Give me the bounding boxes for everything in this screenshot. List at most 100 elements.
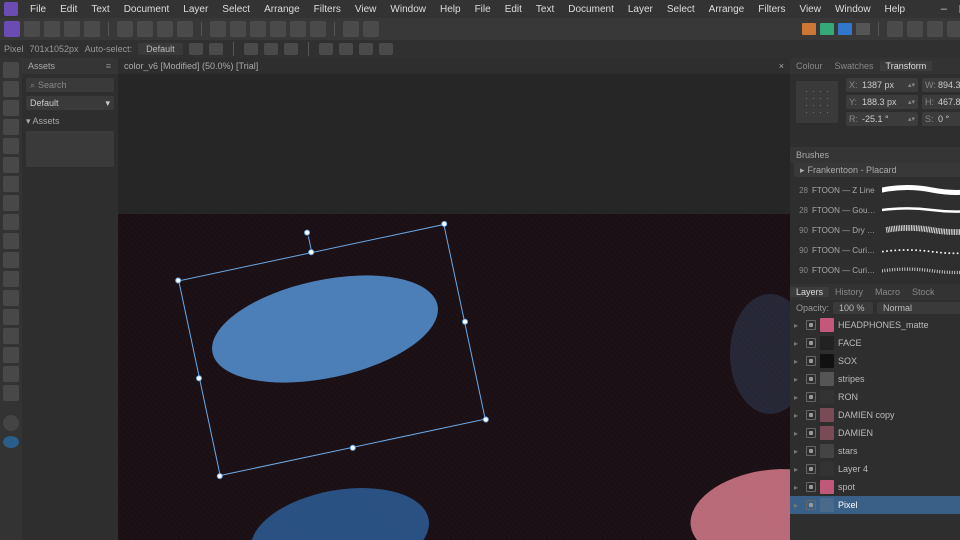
layer-row[interactable]: ▸spot✎◇: [790, 478, 960, 496]
brush-row[interactable]: 90FTOON — Curing + Bristle✎: [790, 240, 960, 260]
text-tool-icon[interactable]: [3, 347, 19, 363]
toolbar-save-icon[interactable]: [44, 21, 60, 37]
toolbar-undo-icon[interactable]: [64, 21, 80, 37]
menu-arrange[interactable]: Arrange: [703, 4, 751, 15]
visibility-toggle[interactable]: [806, 374, 816, 384]
shape-tool-icon[interactable]: [3, 309, 19, 325]
tab-history[interactable]: History: [829, 287, 869, 297]
expand-icon[interactable]: ▸: [794, 357, 802, 366]
foreground-color-icon[interactable]: [3, 436, 19, 448]
tab-transform[interactable]: Transform: [880, 61, 933, 71]
resize-handle[interactable]: [349, 444, 356, 451]
toolbar-btn[interactable]: [137, 21, 153, 37]
menu-help[interactable]: Help: [434, 4, 467, 15]
expand-icon[interactable]: ▸: [794, 501, 802, 510]
visibility-toggle[interactable]: [806, 428, 816, 438]
node-tool-icon[interactable]: [3, 81, 19, 97]
w-field[interactable]: W:894.3 px▴▾: [922, 78, 960, 92]
dodge-tool-icon[interactable]: [3, 252, 19, 268]
visibility-toggle[interactable]: [806, 320, 816, 330]
visibility-toggle[interactable]: [806, 392, 816, 402]
menu-help[interactable]: Help: [879, 4, 912, 15]
visibility-toggle[interactable]: [806, 338, 816, 348]
toolbar-btn[interactable]: [210, 21, 226, 37]
erase-tool-icon[interactable]: [3, 176, 19, 192]
color-picker-icon[interactable]: [3, 415, 19, 431]
menu-file[interactable]: File: [24, 4, 52, 15]
toolbar-btn[interactable]: [177, 21, 193, 37]
menu-edit[interactable]: Edit: [499, 4, 528, 15]
menu-window[interactable]: Window: [829, 4, 877, 15]
expand-icon[interactable]: ▸: [794, 447, 802, 456]
resize-handle[interactable]: [216, 473, 223, 480]
brush-row[interactable]: 90FTOON — Curing + Sponge✎: [790, 260, 960, 280]
expand-icon[interactable]: ▸: [794, 483, 802, 492]
brush-row[interactable]: 28FTOON — Gouache Liner✎: [790, 200, 960, 220]
menu-edit[interactable]: Edit: [54, 4, 83, 15]
resize-handle[interactable]: [308, 249, 315, 256]
layer-row[interactable]: ▸Pixel✎◇: [790, 496, 960, 514]
swatch-icon[interactable]: [838, 23, 852, 35]
brush-row[interactable]: 90FTOON — Dry and Chunky✎: [790, 220, 960, 240]
resize-handle[interactable]: [482, 416, 489, 423]
expand-icon[interactable]: ▸: [794, 321, 802, 330]
crop-tool-icon[interactable]: [3, 100, 19, 116]
autoselect-dropdown[interactable]: Default: [138, 43, 183, 55]
menu-document[interactable]: Document: [562, 4, 620, 15]
visibility-toggle[interactable]: [806, 464, 816, 474]
toolbar-btn[interactable]: [250, 21, 266, 37]
menu-arrange[interactable]: Arrange: [258, 4, 306, 15]
canvas[interactable]: [118, 74, 790, 540]
menu-filters[interactable]: Filters: [308, 4, 347, 15]
r-field[interactable]: R:-25.1 °▴▾: [846, 112, 918, 126]
menu-file[interactable]: File: [469, 4, 497, 15]
y-field[interactable]: Y:188.3 px▴▾: [846, 95, 918, 109]
menu-layer[interactable]: Layer: [622, 4, 659, 15]
asset-thumbnail[interactable]: [26, 131, 114, 167]
move-tool-icon[interactable]: [3, 62, 19, 78]
expand-icon[interactable]: ▸: [794, 393, 802, 402]
ctx-btn[interactable]: [379, 43, 393, 55]
resize-handle[interactable]: [175, 277, 182, 284]
hand-tool-icon[interactable]: [3, 366, 19, 382]
heal-tool-icon[interactable]: [3, 233, 19, 249]
menu-text[interactable]: Text: [530, 4, 560, 15]
layer-row[interactable]: ▸SOX: [790, 352, 960, 370]
s-field[interactable]: S:0 °▴▾: [922, 112, 960, 126]
resize-handle[interactable]: [441, 220, 448, 227]
brush-row[interactable]: 28FTOON — Z Line✎: [790, 180, 960, 200]
ctx-btn[interactable]: [189, 43, 203, 55]
toolbar-open-icon[interactable]: [24, 21, 40, 37]
swatch-icon[interactable]: [802, 23, 816, 35]
rotate-handle[interactable]: [303, 229, 310, 236]
expand-icon[interactable]: ▸: [794, 429, 802, 438]
toolbar-redo-icon[interactable]: [84, 21, 100, 37]
fill-tool-icon[interactable]: [3, 195, 19, 211]
layer-row[interactable]: ▸RON: [790, 388, 960, 406]
minimize-icon[interactable]: –: [941, 3, 947, 16]
menu-layer[interactable]: Layer: [177, 4, 214, 15]
menu-view[interactable]: View: [349, 4, 383, 15]
visibility-toggle[interactable]: [806, 410, 816, 420]
brush-set-dropdown[interactable]: ▸ Frankentoon - Placard: [794, 163, 960, 177]
ctx-btn[interactable]: [209, 43, 223, 55]
opacity-field[interactable]: 100 %: [833, 302, 873, 314]
layer-row[interactable]: ▸Layer 4✎◇: [790, 460, 960, 478]
selection-bounds[interactable]: [178, 224, 486, 476]
resize-handle[interactable]: [461, 318, 468, 325]
tab-macro[interactable]: Macro: [869, 287, 906, 297]
menu-document[interactable]: Document: [118, 4, 176, 15]
swatch-icon[interactable]: [820, 23, 834, 35]
visibility-toggle[interactable]: [806, 356, 816, 366]
tab-swatches[interactable]: Swatches: [829, 61, 880, 71]
flood-select-icon[interactable]: [3, 138, 19, 154]
layer-row[interactable]: ▸DAMIEN copy: [790, 406, 960, 424]
toolbar-btn[interactable]: [270, 21, 286, 37]
layer-row[interactable]: ▸HEADPHONES_matte: [790, 316, 960, 334]
toolbar-btn[interactable]: [907, 21, 923, 37]
assets-search[interactable]: ⌕ Search: [26, 78, 114, 92]
expand-icon[interactable]: ▸: [794, 375, 802, 384]
menu-window[interactable]: Window: [384, 4, 432, 15]
panel-menu-icon[interactable]: ≡: [106, 61, 112, 71]
menu-select[interactable]: Select: [216, 4, 256, 15]
